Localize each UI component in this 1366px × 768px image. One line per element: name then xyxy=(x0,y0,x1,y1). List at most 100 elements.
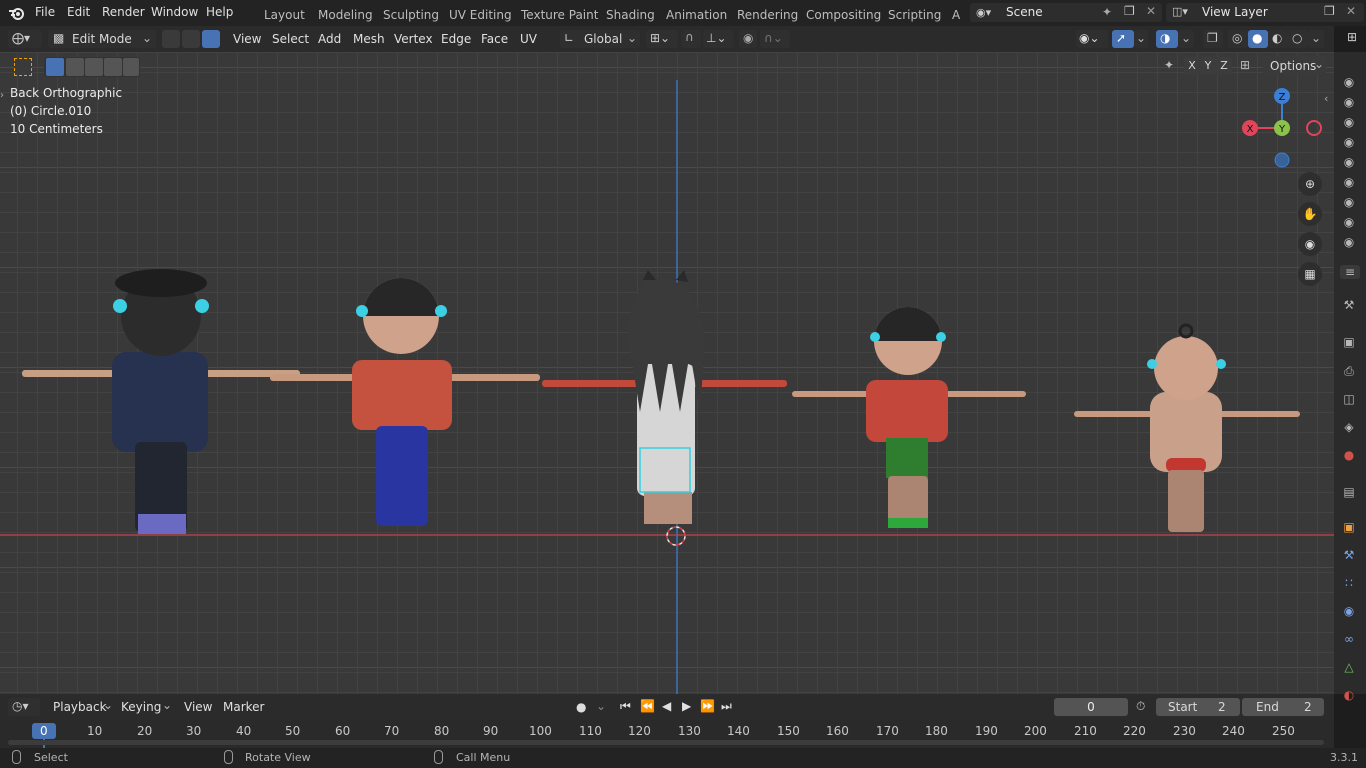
jump-keyframe-forward-button[interactable]: ⏩ xyxy=(700,699,715,713)
jump-end-button[interactable]: ⏭ xyxy=(721,699,732,714)
view-layer-selector[interactable]: View Layer ◫▾ ❐ ✕ xyxy=(1166,3,1364,22)
stopwatch-icon[interactable]: ⏱ xyxy=(1136,699,1145,714)
menu-render[interactable]: Render xyxy=(102,5,145,19)
wrench-tool-icon[interactable]: ⚒ xyxy=(1342,298,1356,312)
timeline-menu-playback[interactable]: Playback xyxy=(53,700,107,714)
object-icon[interactable]: ▣ xyxy=(1342,520,1356,534)
gizmo-dropdown[interactable]: ⌄ xyxy=(1134,30,1148,48)
material-shading-button[interactable]: ◐ xyxy=(1268,30,1288,48)
current-frame-field[interactable]: 0 xyxy=(1054,698,1128,716)
start-frame-field[interactable]: Start 2 xyxy=(1156,698,1240,716)
header-menu-add[interactable]: Add xyxy=(318,32,341,46)
pivot-dropdown[interactable]: ⊞⌄ xyxy=(646,30,678,48)
physics-icon[interactable]: ◉ xyxy=(1342,604,1356,618)
header-menu-mesh[interactable]: Mesh xyxy=(353,32,385,46)
gizmo-neg-z-axis[interactable] xyxy=(1274,152,1290,168)
jump-keyframe-back-button[interactable]: ⏪ xyxy=(640,699,655,713)
tab-more[interactable]: A xyxy=(952,8,960,22)
visibility-dropdown[interactable]: ◉⌄ xyxy=(1076,30,1108,48)
3d-viewport[interactable]: ✦ X Y Z ⊞ Options ⌄ › Back Orthographic … xyxy=(0,52,1334,694)
sidebar-toggle-icon[interactable]: ⊞ xyxy=(1347,30,1357,44)
pin-icon[interactable]: ✦ xyxy=(1102,5,1112,19)
camera-view-icon[interactable]: ◉ xyxy=(1298,232,1322,256)
overlays-toggle[interactable]: ◑ xyxy=(1156,30,1178,48)
camera-icon[interactable]: ◉ xyxy=(1342,235,1356,249)
jump-start-button[interactable]: ⏮ xyxy=(620,699,631,714)
new-view-layer-icon[interactable]: ❐ xyxy=(1324,4,1335,18)
tab-compositing[interactable]: Compositing xyxy=(806,8,881,22)
camera-icon[interactable]: ◉ xyxy=(1342,75,1356,89)
modifier-wrench-icon[interactable]: ⚒ xyxy=(1342,548,1356,562)
face-select-button[interactable] xyxy=(202,30,220,48)
particles-icon[interactable]: ∷ xyxy=(1342,576,1356,590)
header-menu-select[interactable]: Select xyxy=(272,32,309,46)
editor-type-button[interactable]: ⨁▾ xyxy=(8,30,42,48)
material-icon[interactable]: ◐ xyxy=(1342,688,1356,702)
camera-icon[interactable]: ◉ xyxy=(1342,155,1356,169)
header-menu-view[interactable]: View xyxy=(233,32,261,46)
overlays-dropdown[interactable]: ⌄ xyxy=(1178,30,1194,48)
timeline-editor-type-button[interactable]: ◷▾ xyxy=(8,698,40,716)
collection-icon[interactable]: ▤ xyxy=(1342,485,1356,499)
scene-selector[interactable]: Scene ◉▾ ✦ ❐ ✕ xyxy=(970,3,1162,22)
tab-modeling[interactable]: Modeling xyxy=(318,8,373,22)
vertex-select-button[interactable] xyxy=(162,30,180,48)
world-icon[interactable]: ● xyxy=(1342,448,1356,462)
new-scene-icon[interactable]: ❐ xyxy=(1124,4,1135,18)
header-menu-face[interactable]: Face xyxy=(481,32,508,46)
constraints-icon[interactable]: ∞ xyxy=(1342,632,1356,646)
tab-texture-paint[interactable]: Texture Paint xyxy=(521,8,598,22)
header-menu-vertex[interactable]: Vertex xyxy=(394,32,433,46)
blender-logo-icon[interactable] xyxy=(8,5,26,21)
menu-help[interactable]: Help xyxy=(206,5,233,19)
timeline-scrollbar[interactable] xyxy=(8,740,1324,745)
timeline-menu-marker[interactable]: Marker xyxy=(223,700,264,714)
play-reverse-button[interactable]: ◀ xyxy=(662,699,671,713)
gizmo-neg-x-axis[interactable] xyxy=(1306,120,1322,136)
tab-uv-editing[interactable]: UV Editing xyxy=(449,8,512,22)
gizmo-toggle[interactable]: ➚ xyxy=(1112,30,1134,48)
snap-toggle[interactable]: ∩ xyxy=(681,30,701,48)
menu-file[interactable]: File xyxy=(35,5,55,19)
play-button[interactable]: ▶ xyxy=(682,699,691,713)
perspective-grid-icon[interactable]: ▦ xyxy=(1298,262,1322,286)
end-frame-field[interactable]: End 2 xyxy=(1242,698,1324,716)
tool-settings-icon[interactable]: ≡ xyxy=(1340,265,1360,279)
header-menu-edge[interactable]: Edge xyxy=(441,32,471,46)
header-menu-uv[interactable]: UV xyxy=(520,32,537,46)
edge-select-button[interactable] xyxy=(182,30,200,48)
rendered-shading-button[interactable]: ○ xyxy=(1288,30,1308,48)
snap-target-dropdown[interactable]: ⊥⌄ xyxy=(703,30,733,48)
menu-window[interactable]: Window xyxy=(151,5,198,19)
tab-shading[interactable]: Shading xyxy=(606,8,655,22)
timeline-menu-view[interactable]: View xyxy=(184,700,212,714)
record-button[interactable]: ● xyxy=(576,700,586,714)
view-layer-icon[interactable]: ◫ xyxy=(1342,392,1356,406)
solid-shading-button[interactable]: ● xyxy=(1248,30,1268,48)
render-icon[interactable]: ▣ xyxy=(1342,335,1356,349)
shading-dropdown[interactable]: ⌄ xyxy=(1308,30,1324,48)
falloff-dropdown[interactable]: ∩⌄ xyxy=(760,30,790,48)
proportional-edit-toggle[interactable]: ◉ xyxy=(739,30,757,48)
camera-icon[interactable]: ◉ xyxy=(1342,195,1356,209)
navigation-gizmo[interactable]: Z Y X xyxy=(1238,86,1324,170)
output-icon[interactable]: ⎙ xyxy=(1342,364,1356,378)
camera-icon[interactable]: ◉ xyxy=(1342,115,1356,129)
scene-icon[interactable]: ◈ xyxy=(1342,420,1356,434)
camera-icon[interactable]: ◉ xyxy=(1342,175,1356,189)
tab-animation[interactable]: Animation xyxy=(666,8,727,22)
mode-dropdown[interactable]: ▩ Edit Mode ⌄ xyxy=(48,30,156,48)
menu-edit[interactable]: Edit xyxy=(67,5,90,19)
collapse-arrow-icon[interactable]: ‹ xyxy=(1324,92,1328,105)
close-icon[interactable]: ✕ xyxy=(1146,4,1156,18)
close-view-layer-icon[interactable]: ✕ xyxy=(1346,4,1356,18)
camera-icon[interactable]: ◉ xyxy=(1342,135,1356,149)
tab-rendering[interactable]: Rendering xyxy=(737,8,798,22)
camera-icon[interactable]: ◉ xyxy=(1342,215,1356,229)
camera-icon[interactable]: ◉ xyxy=(1342,95,1356,109)
xray-toggle[interactable]: ❐ xyxy=(1203,30,1223,48)
timeline-menu-keying[interactable]: Keying xyxy=(121,700,161,714)
tab-sculpting[interactable]: Sculpting xyxy=(383,8,439,22)
tab-layout[interactable]: Layout xyxy=(264,8,305,22)
pan-hand-icon[interactable]: ✋ xyxy=(1298,202,1322,226)
